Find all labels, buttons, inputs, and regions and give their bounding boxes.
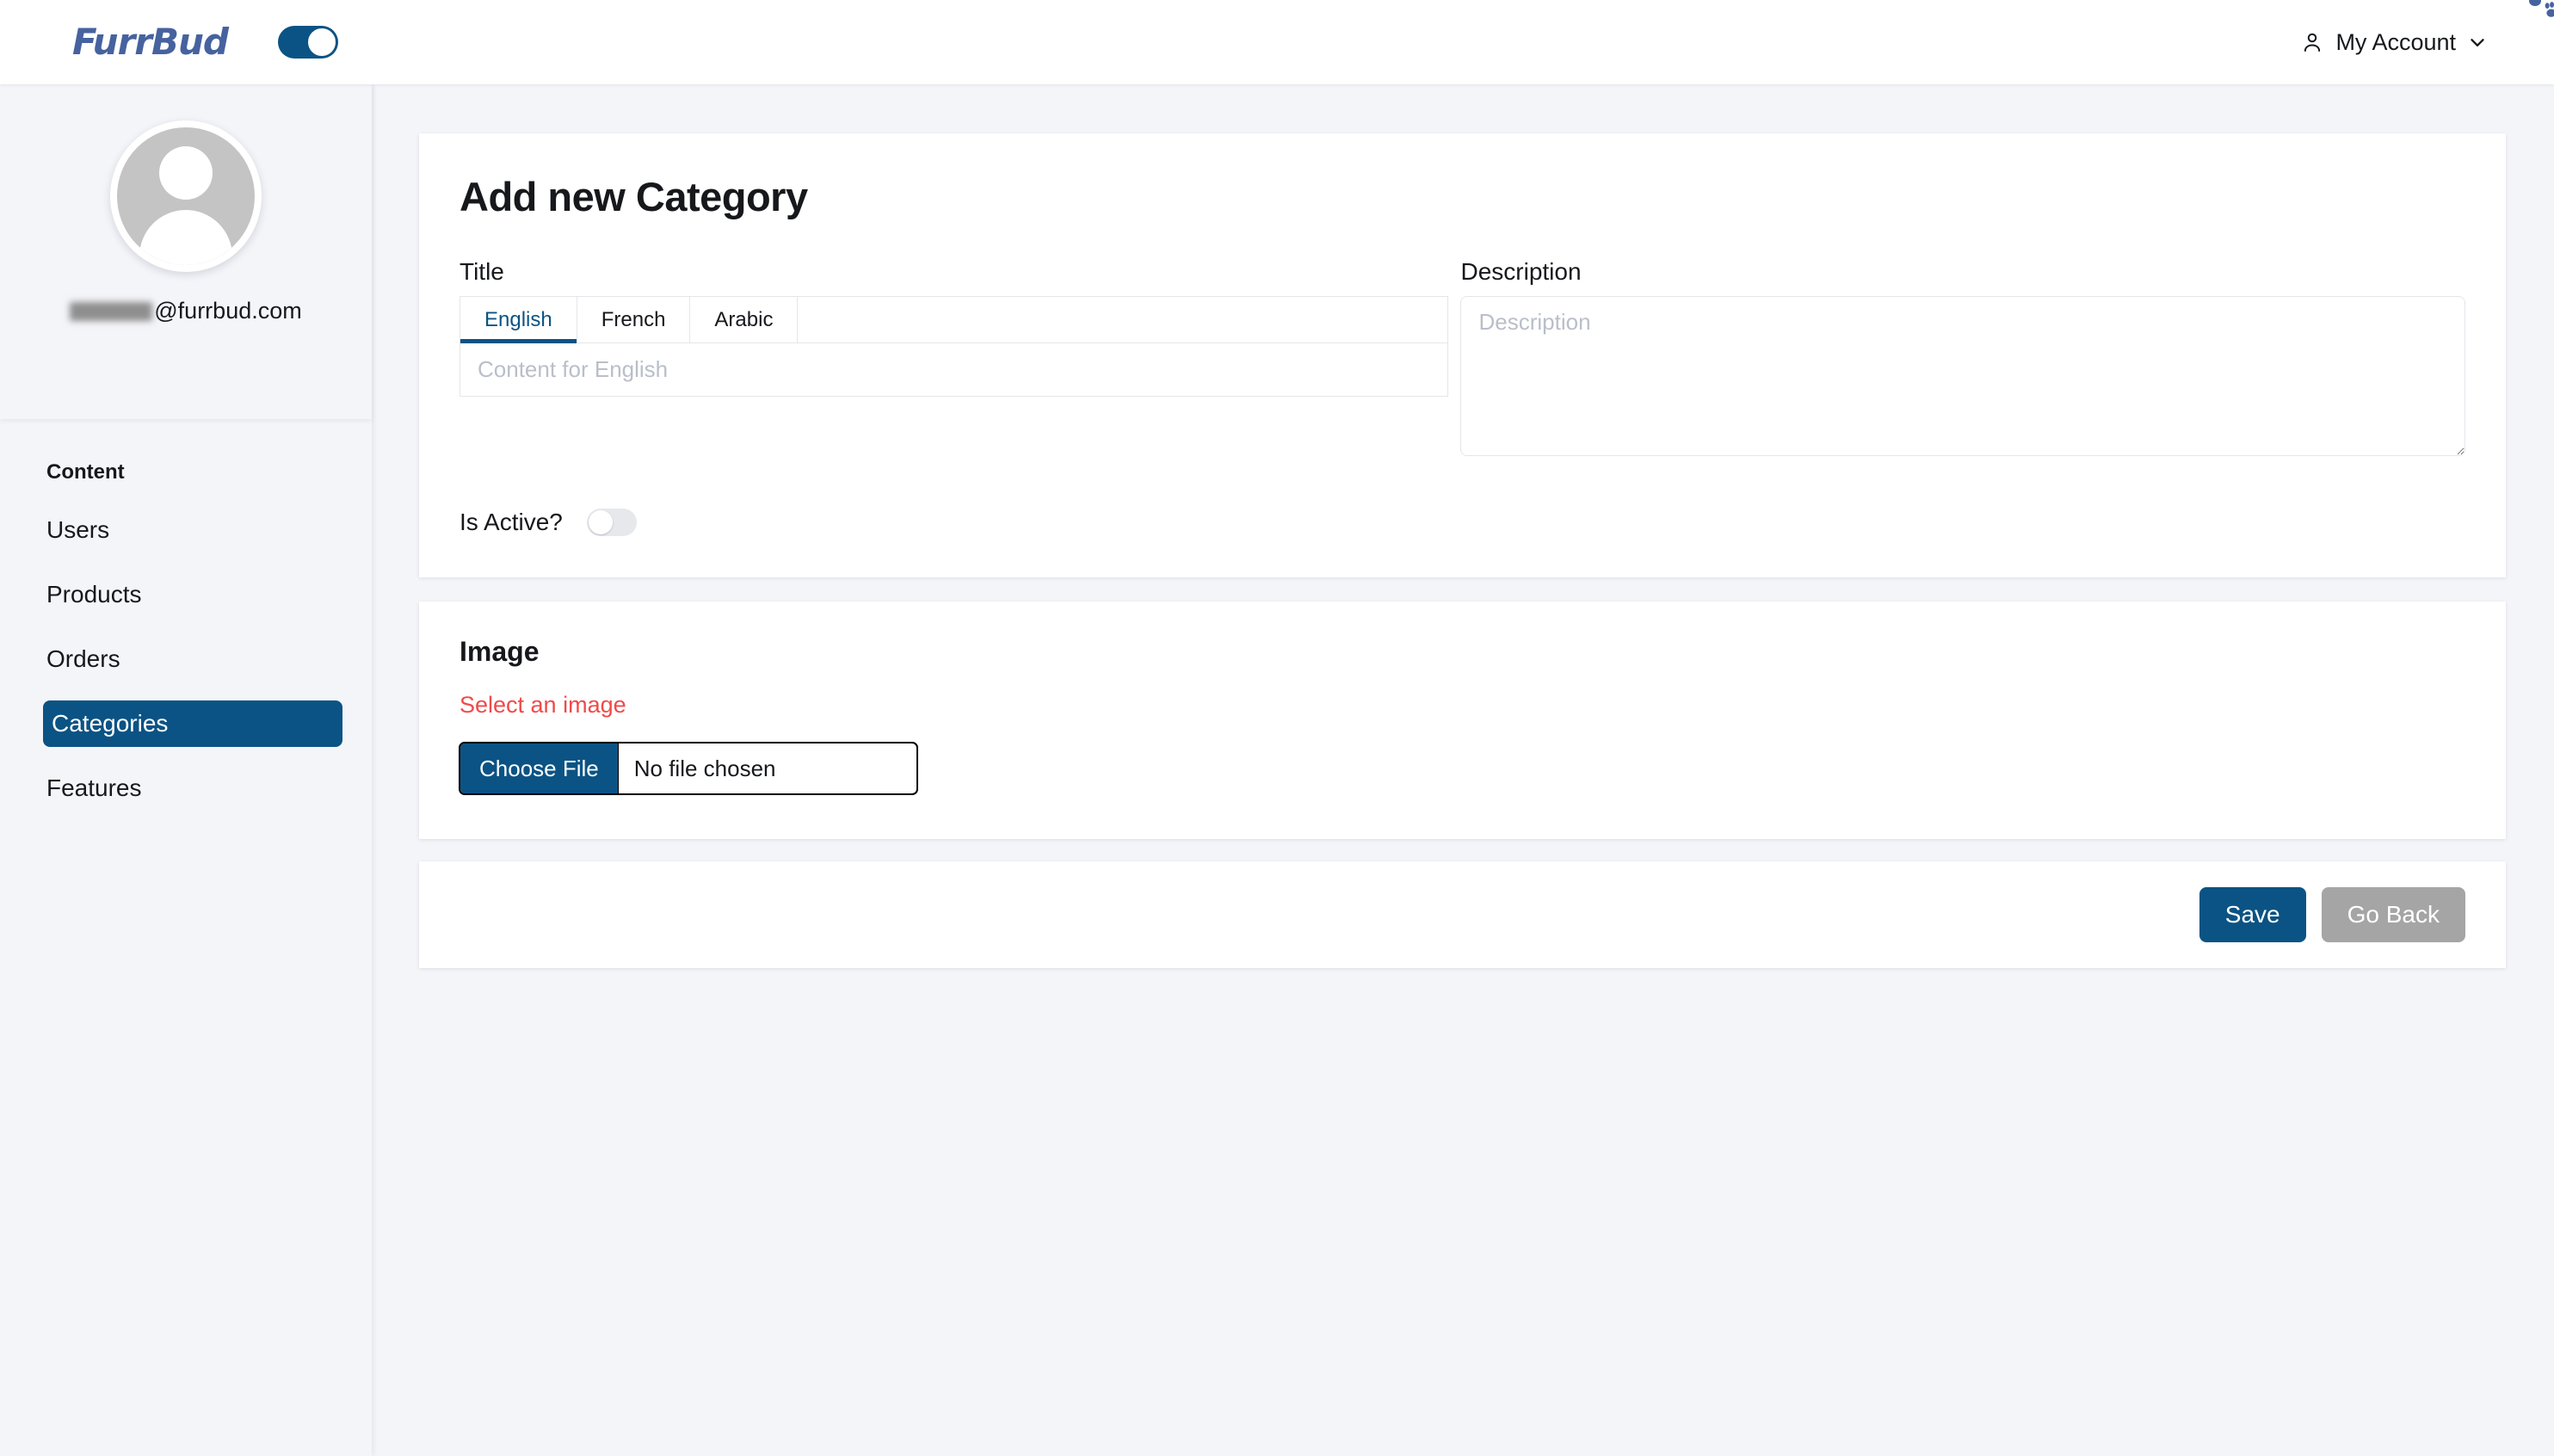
chevron-down-icon (2466, 31, 2489, 53)
image-card: Image Select an image Choose File No fil… (419, 602, 2506, 839)
paw-print-icon-small (2542, 2, 2554, 23)
app-root: FurrBud My Account @furrbud.com Content … (0, 0, 2554, 1456)
sidebar: @furrbud.com Content Users Products Orde… (0, 84, 372, 1456)
chosen-file-name: No file chosen (633, 755, 776, 781)
sidebar-item-orders[interactable]: Orders (46, 636, 325, 682)
save-button[interactable]: Save (2199, 887, 2306, 942)
sidebar-profile: @furrbud.com (0, 84, 372, 419)
profile-email: @furrbud.com (70, 298, 302, 324)
profile-email-domain: @furrbud.com (154, 298, 302, 324)
sidebar-nav: Content Users Products Orders Categories… (0, 419, 372, 811)
description-field-group: Description (1460, 258, 2465, 460)
header-mode-toggle[interactable] (277, 26, 338, 59)
avatar (110, 120, 262, 272)
description-label: Description (1460, 258, 1582, 285)
language-tabs: English French Arabic (460, 296, 1449, 343)
action-buttons: Save Go Back (460, 887, 2465, 942)
is-active-label: Is Active? (460, 509, 563, 535)
title-description-row: Title English French Arabic Description (460, 258, 2465, 460)
image-error-message: Select an image (460, 692, 626, 718)
title-input[interactable] (460, 342, 1449, 397)
avatar-head (159, 146, 213, 200)
category-details-card: Add new Category Title English French Ar… (419, 133, 2506, 577)
sidebar-item-products[interactable]: Products (46, 571, 325, 618)
my-account-menu[interactable]: My Account (2299, 29, 2489, 56)
logo-text[interactable]: FurrBud (72, 24, 254, 60)
page-title: Add new Category (460, 174, 808, 219)
tab-french[interactable]: French (577, 297, 691, 342)
redacted-email-prefix (70, 301, 153, 321)
is-active-row: Is Active? (460, 509, 2465, 536)
brand: FurrBud (72, 0, 2554, 60)
avatar-body (139, 210, 232, 265)
image-file-input[interactable]: Choose File No file chosen (459, 742, 918, 795)
actions-card: Save Go Back (419, 861, 2506, 968)
title-label: Title (460, 258, 504, 285)
my-account-label: My Account (2335, 28, 2456, 55)
tab-arabic[interactable]: Arabic (690, 297, 799, 342)
go-back-button[interactable]: Go Back (2321, 887, 2465, 942)
image-section-title: Image (460, 636, 540, 667)
sidebar-item-features[interactable]: Features (46, 765, 325, 811)
top-header: FurrBud My Account (0, 0, 2554, 84)
header-mode-toggle-knob (306, 28, 336, 57)
is-active-toggle[interactable] (586, 509, 637, 536)
tabs-filler (798, 297, 1447, 342)
tab-english[interactable]: English (460, 297, 577, 343)
main-content: Add new Category Title English French Ar… (372, 84, 2554, 1456)
is-active-toggle-knob (588, 510, 613, 534)
description-textarea[interactable] (1460, 296, 2465, 456)
choose-file-button[interactable]: Choose File (460, 743, 619, 793)
person-icon (2299, 29, 2325, 55)
sidebar-item-categories[interactable]: Categories (43, 700, 342, 747)
nav-section-title-content: Content (46, 460, 125, 484)
sidebar-item-users[interactable]: Users (46, 507, 325, 553)
title-field-group: Title English French Arabic (460, 258, 1449, 460)
